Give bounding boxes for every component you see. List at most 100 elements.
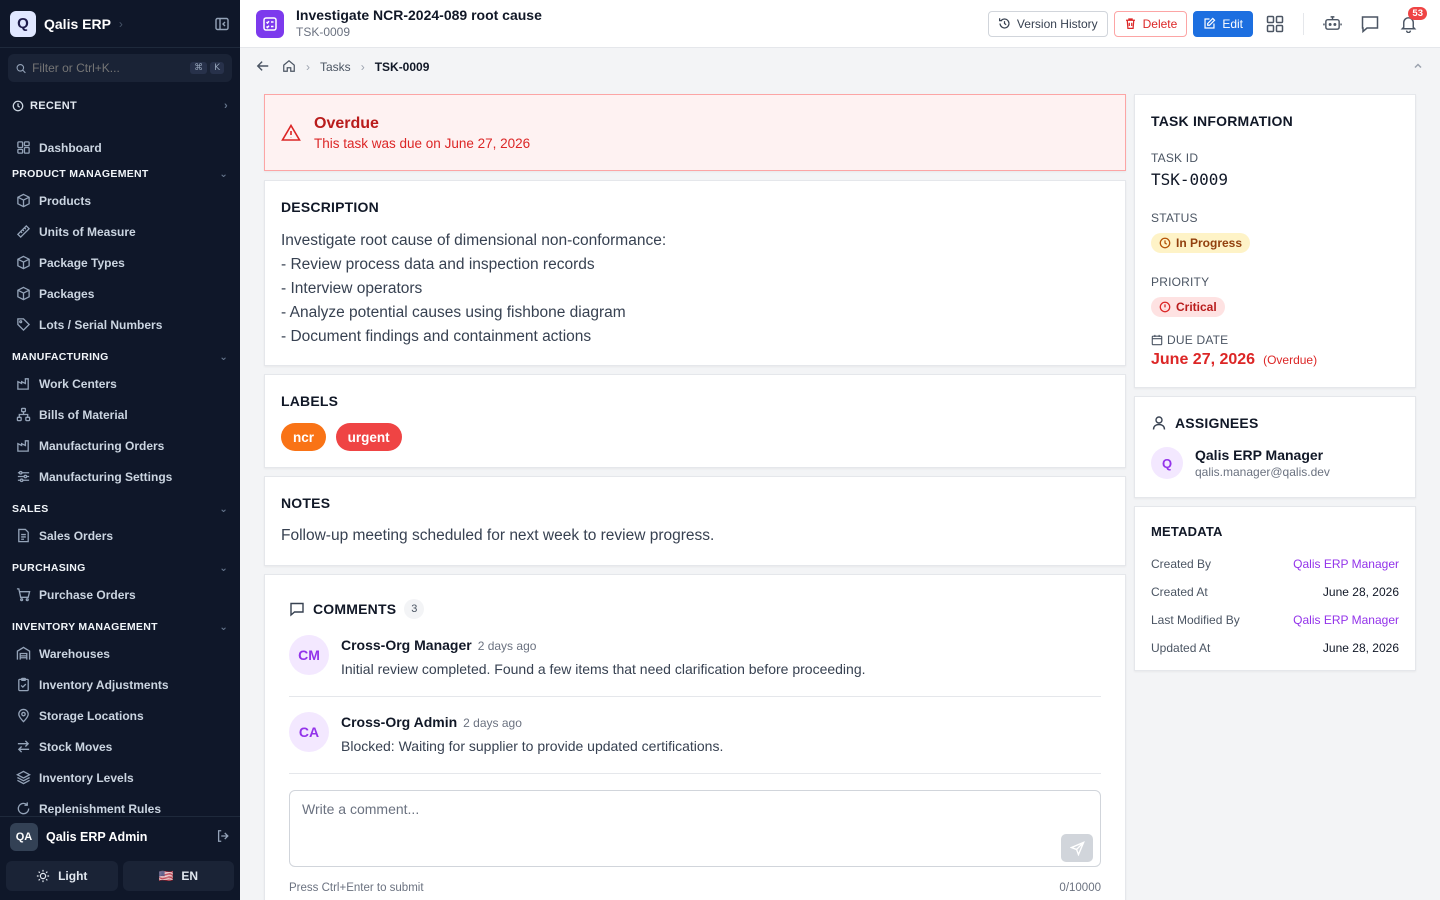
metadata-key: Updated At [1151, 641, 1211, 655]
sidebar-item-storage-locations[interactable]: Storage Locations [0, 700, 240, 731]
section-title: PRODUCT MANAGEMENT [12, 168, 149, 180]
section-purchasing[interactable]: PURCHASING ⌄ [0, 557, 240, 579]
character-count: 0/10000 [1059, 882, 1101, 894]
sidebar-item-label: Sales Orders [39, 528, 114, 543]
breadcrumb-current: TSK-0009 [374, 60, 430, 74]
brand-header: Q Qalis ERP › [0, 0, 240, 48]
version-history-button[interactable]: Version History [987, 10, 1108, 37]
button-label: Version History [1016, 16, 1098, 31]
refresh-icon [17, 802, 30, 815]
description-line: - Analyze potential causes using fishbon… [281, 304, 626, 321]
dashboard-icon [17, 141, 30, 154]
section-title: MANUFACTURING [12, 351, 109, 363]
sidebar-item-inventory-levels[interactable]: Inventory Levels [0, 762, 240, 793]
metadata-value: June 28, 2026 [1322, 585, 1399, 599]
sidebar-collapse-icon[interactable] [214, 16, 230, 32]
home-icon[interactable] [282, 59, 296, 76]
back-arrow-icon[interactable] [256, 59, 270, 76]
priority-label: PRIORITY [1151, 275, 1210, 289]
sidebar-item-bills-of-material[interactable]: Bills of Material [0, 399, 240, 430]
delete-button[interactable]: Delete [1113, 10, 1188, 37]
page-title: Investigate NCR-2024-089 root cause [296, 7, 542, 24]
sidebar-item-packages[interactable]: Packages [0, 278, 240, 309]
assignee-item[interactable]: Q Qalis ERP Manager qalis.manager@qalis.… [1151, 447, 1330, 479]
avatar: CA [289, 712, 329, 752]
comment-text: Blocked: Waiting for supplier to provide… [341, 738, 724, 754]
breadcrumb-tasks-link[interactable]: Tasks [320, 60, 351, 74]
language-button[interactable]: 🇺🇸 EN [122, 861, 234, 891]
sidebar-item-label: Warehouses [39, 646, 110, 661]
sidebar-item-package-types[interactable]: Package Types [0, 247, 240, 278]
sidebar-item-inventory-adjustments[interactable]: Inventory Adjustments [0, 669, 240, 700]
ruler-icon [16, 224, 31, 239]
sidebar-item-manufacturing-settings[interactable]: Manufacturing Settings [0, 461, 240, 492]
ai-assistant-button[interactable] [1316, 8, 1348, 40]
sidebar-item-manufacturing-orders[interactable]: Manufacturing Orders [0, 430, 240, 461]
notifications-button[interactable]: 53 [1392, 6, 1427, 40]
section-title: ASSIGNEES [1175, 415, 1259, 431]
sidebar-item-label: Stock Moves [39, 739, 113, 754]
sidebar-filter-input[interactable] [32, 61, 188, 75]
history-icon [998, 18, 1010, 29]
comment-author: Cross-Org Admin [341, 714, 458, 730]
section-manufacturing[interactable]: MANUFACTURING ⌄ [0, 346, 240, 368]
status-text: In Progress [1176, 236, 1243, 250]
recent-toggle[interactable]: RECENT › [0, 92, 240, 120]
sidebar-item-sales-orders[interactable]: Sales Orders [0, 520, 240, 551]
brand-name[interactable]: Qalis ERP [44, 16, 111, 32]
chevron-right-icon[interactable]: › [119, 17, 123, 31]
labels-card: LABELS ncr urgent [264, 374, 1126, 468]
section-product-management[interactable]: PRODUCT MANAGEMENT ⌄ [0, 163, 240, 185]
edit-button[interactable]: Edit [1193, 10, 1253, 37]
metadata-value-link[interactable]: Qalis ERP Manager [1293, 557, 1399, 571]
top-bar: Investigate NCR-2024-089 root cause TSK-… [240, 0, 1440, 48]
metadata-value-link[interactable]: Qalis ERP Manager [1293, 613, 1399, 627]
language-label: EN [181, 869, 199, 883]
theme-toggle-button[interactable]: Light [6, 861, 118, 891]
box-icon [17, 286, 30, 301]
sidebar-item-dashboard[interactable]: Dashboard [0, 132, 240, 163]
sidebar: Q Qalis ERP › ⌘ K RECENT › Dashboard PRO… [0, 0, 240, 900]
user-menu[interactable]: QA Qalis ERP Admin [0, 817, 240, 857]
sidebar-item-label: Products [39, 193, 92, 208]
metadata-key: Created At [1151, 585, 1208, 599]
messages-button[interactable] [1354, 8, 1386, 40]
page-subtitle: TSK-0009 [296, 24, 351, 39]
calendar-icon [1151, 334, 1163, 346]
section-inventory-management[interactable]: INVENTORY MANAGEMENT ⌄ [0, 616, 240, 638]
section-sales[interactable]: SALES ⌄ [0, 498, 240, 520]
sidebar-nav: Dashboard PRODUCT MANAGEMENT ⌄ Products … [0, 132, 240, 816]
breadcrumb-separator: › [306, 60, 310, 74]
send-comment-button[interactable] [1061, 834, 1093, 862]
sidebar-item-warehouses[interactable]: Warehouses [0, 638, 240, 669]
sidebar-item-stock-moves[interactable]: Stock Moves [0, 731, 240, 762]
chevron-down-icon: ⌄ [219, 562, 228, 574]
section-title: DESCRIPTION [281, 199, 379, 215]
comment-item: CA Cross-Org Admin 2 days ago Blocked: Wa… [289, 712, 1101, 774]
sidebar-item-replenishment-rules[interactable]: Replenishment Rules [0, 793, 240, 816]
brand-logo[interactable]: Q [10, 10, 36, 37]
comment-input[interactable] [289, 790, 1101, 867]
shortcut-key: K [210, 62, 224, 74]
overdue-note: (Overdue) [1263, 353, 1318, 367]
description-line: - Interview operators [281, 280, 423, 297]
sidebar-item-purchase-orders[interactable]: Purchase Orders [0, 579, 240, 610]
divider [1303, 12, 1304, 35]
user-icon [1152, 416, 1166, 430]
task-information-card: TASK INFORMATION TASK ID TSK-0009 STATUS… [1134, 94, 1416, 388]
sidebar-item-units-of-measure[interactable]: Units of Measure [0, 216, 240, 247]
sidebar-item-lots-serial-numbers[interactable]: Lots / Serial Numbers [0, 309, 240, 340]
sidebar-item-label: Inventory Adjustments [39, 677, 169, 692]
apps-grid-button[interactable] [1259, 8, 1291, 40]
chevron-up-icon[interactable] [1412, 60, 1424, 75]
assignee-email: qalis.manager@qalis.dev [1195, 465, 1330, 479]
box-icon [17, 193, 30, 208]
due-date-value: June 27, 2026 [1151, 351, 1256, 368]
sidebar-item-products[interactable]: Products [0, 185, 240, 216]
logout-icon[interactable] [216, 829, 230, 846]
chevron-right-icon: › [224, 100, 228, 112]
sidebar-filter[interactable]: ⌘ K [8, 54, 232, 82]
status-label: STATUS [1151, 211, 1198, 225]
comment-text: Initial review completed. Found a few it… [341, 661, 866, 677]
sidebar-item-work-centers[interactable]: Work Centers [0, 368, 240, 399]
